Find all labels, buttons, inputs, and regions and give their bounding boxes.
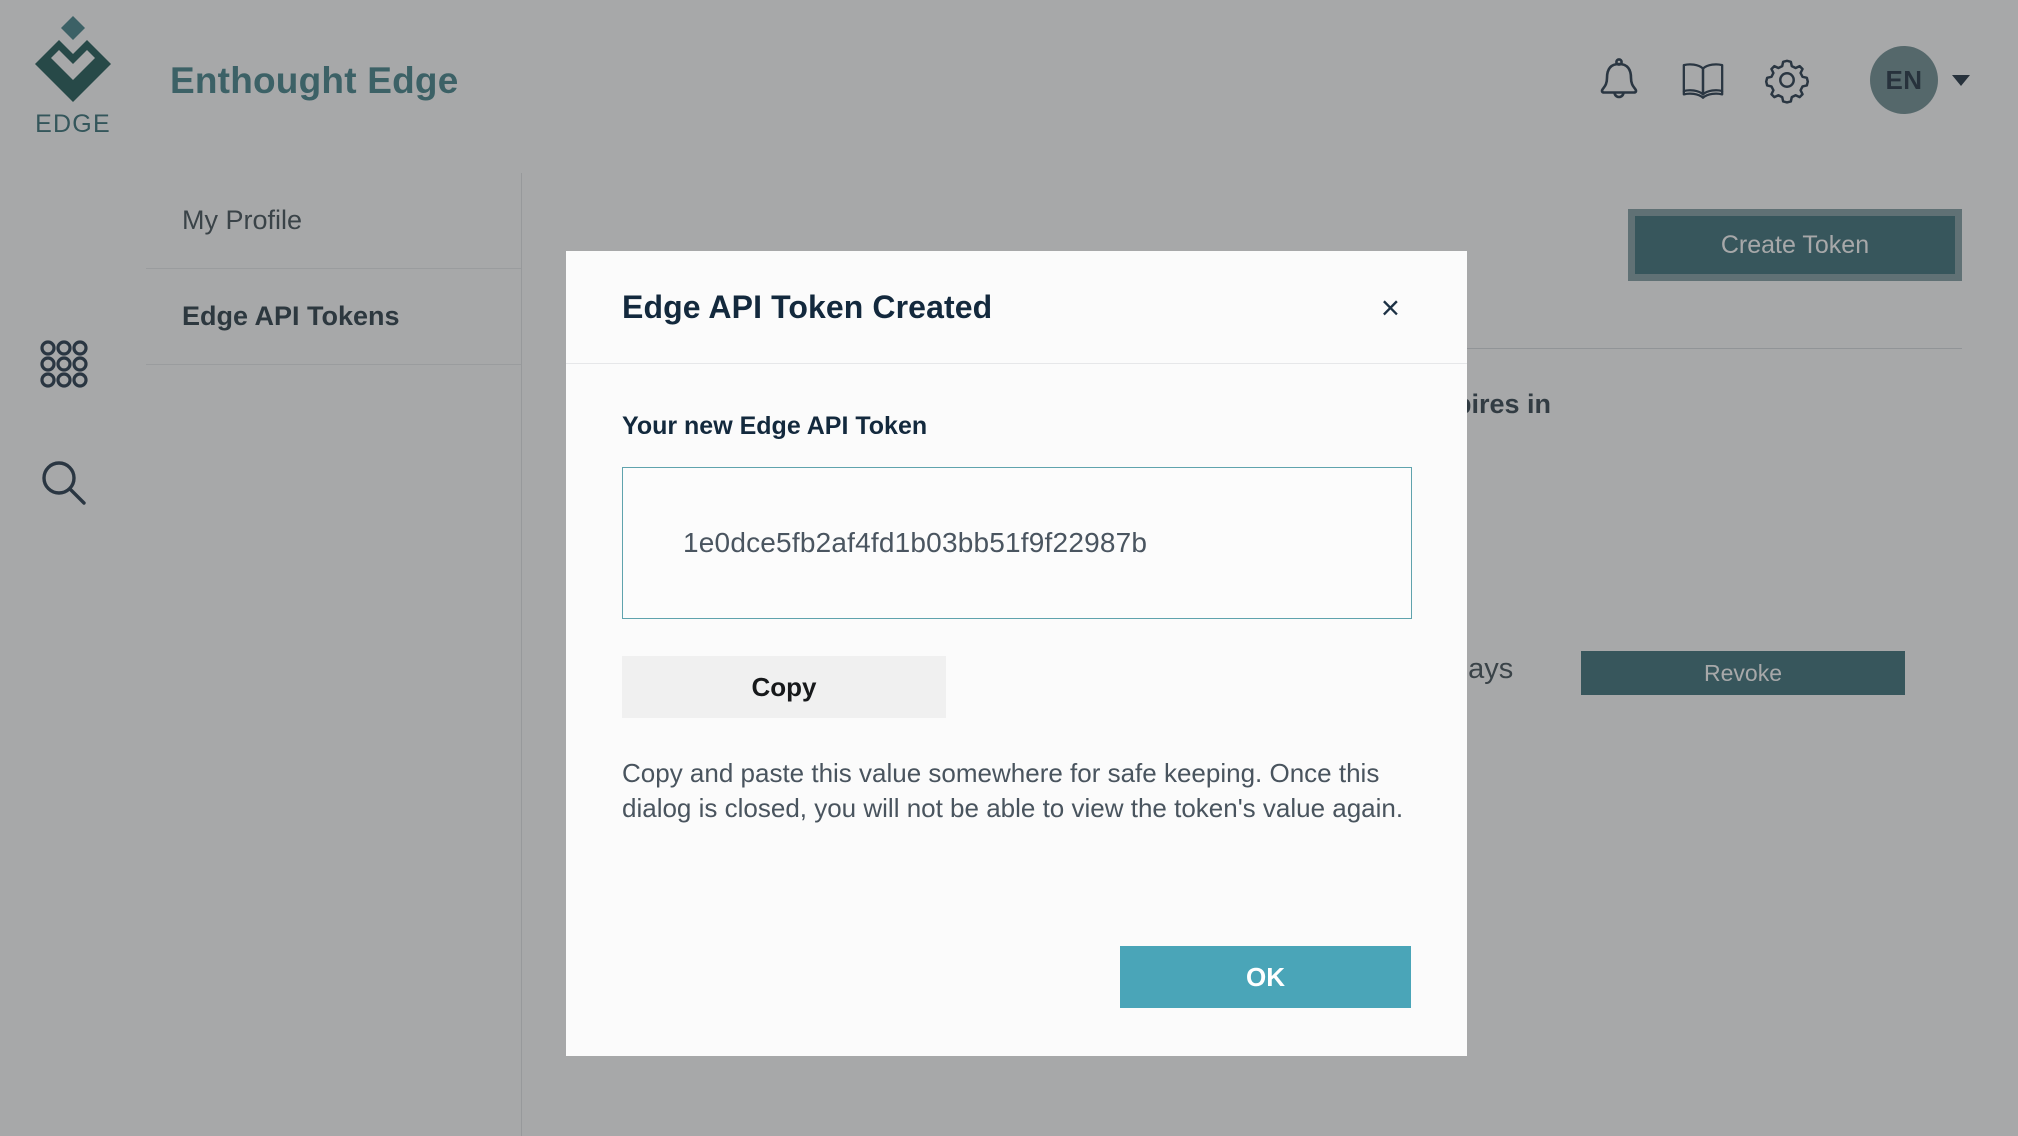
dialog-body: Your new Edge API Token 1e0dce5fb2af4fd1… xyxy=(566,364,1467,946)
copy-button[interactable]: Copy xyxy=(622,656,946,718)
close-icon[interactable]: × xyxy=(1371,285,1410,330)
dialog-footer: OK xyxy=(566,946,1467,1056)
dialog-header: Edge API Token Created × xyxy=(566,251,1467,364)
ok-button[interactable]: OK xyxy=(1120,946,1411,1008)
token-value-field[interactable]: 1e0dce5fb2af4fd1b03bb51f9f22987b xyxy=(622,467,1412,619)
token-value-text: 1e0dce5fb2af4fd1b03bb51f9f22987b xyxy=(683,527,1148,558)
dialog-title: Edge API Token Created xyxy=(622,288,993,325)
token-created-dialog: Edge API Token Created × Your new Edge A… xyxy=(566,251,1467,1056)
dialog-note: Copy and paste this value somewhere for … xyxy=(622,758,1404,823)
token-field-label: Your new Edge API Token xyxy=(622,412,928,440)
app-root: EDGE Enthought Edge EN My Profile Edge A… xyxy=(0,0,2018,1136)
